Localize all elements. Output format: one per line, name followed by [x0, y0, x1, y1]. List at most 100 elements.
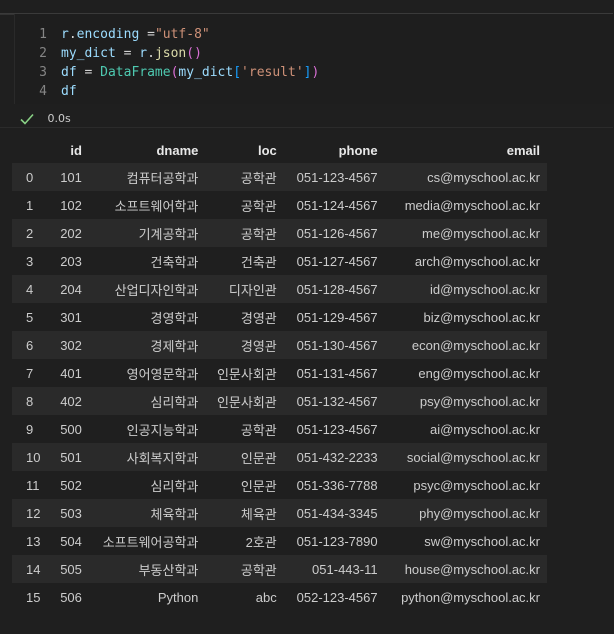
table-cell-phone: 051-434-3345 — [283, 499, 385, 527]
table-cell-dname: 경제학과 — [88, 331, 206, 359]
table-cell-dname: 심리학과 — [88, 387, 206, 415]
column-header-phone: phone — [283, 137, 385, 163]
table-cell-id: 504 — [51, 527, 89, 555]
table-header-row: id dname loc phone email — [12, 137, 547, 163]
code-text[interactable]: my_dict = r.json() — [61, 44, 202, 63]
table-cell-loc: 공학관 — [205, 191, 284, 219]
code-token: df — [61, 65, 77, 80]
table-cell-phone: 051-128-4567 — [283, 275, 385, 303]
table-cell-email: me@myschool.ac.kr — [384, 219, 547, 247]
table-cell-email: phy@myschool.ac.kr — [384, 499, 547, 527]
table-cell-dname: 인공지능학과 — [88, 415, 206, 443]
table-cell-dname: 부동산학과 — [88, 555, 206, 583]
code-token: DataFrame — [100, 65, 171, 80]
table-cell-phone: 051-123-7890 — [283, 527, 385, 555]
table-cell-email: social@myschool.ac.kr — [384, 443, 547, 471]
table-row: 7 401 영어영문학과 인문사회관 051-131-4567 eng@myschool.… — [12, 359, 547, 387]
table-row: 15 506 Python abc 052-123-4567 python@myschoo… — [12, 583, 547, 611]
table-row: 1 102 소프트웨어학과 공학관 051-124-4567 media@myschool… — [12, 191, 547, 219]
table-cell-email: psy@myschool.ac.kr — [384, 387, 547, 415]
execution-status: 0.0s — [20, 110, 71, 128]
table-cell-phone: 052-123-4567 — [283, 583, 385, 611]
row-index: 10 — [12, 443, 51, 471]
table-cell-email: arch@myschool.ac.kr — [384, 247, 547, 275]
table-cell-email: house@myschool.ac.kr — [384, 555, 547, 583]
table-cell-email: econ@myschool.ac.kr — [384, 331, 547, 359]
table-cell-phone: 051-432-2233 — [283, 443, 385, 471]
table-cell-email: python@myschool.ac.kr — [384, 583, 547, 611]
code-token: "utf-8" — [154, 27, 210, 42]
table-row: 9 500 인공지능학과 공학관 051-123-4567 ai@myschool.ac.… — [12, 415, 547, 443]
code-token: my_dict — [61, 46, 116, 61]
table-cell-email: eng@myschool.ac.kr — [384, 359, 547, 387]
code-text[interactable]: df = DataFrame(my_dict['result']) — [61, 63, 319, 82]
table-cell-dname: 컴퓨터공학과 — [88, 163, 206, 191]
code-token: ) — [311, 65, 320, 80]
table-cell-phone: 051-336-7788 — [283, 471, 385, 499]
table-cell-dname: 산업디자인학과 — [88, 275, 206, 303]
row-index: 14 — [12, 555, 51, 583]
table-cell-phone: 051-123-4567 — [283, 415, 385, 443]
table-cell-email: id@myschool.ac.kr — [384, 275, 547, 303]
code-cell[interactable]: 1 r.encoding ="utf-8" 2 my_dict = r.json() 3… — [0, 13, 614, 128]
table-cell-loc: 인문관 — [205, 471, 284, 499]
table-cell-dname: Python — [88, 583, 206, 611]
table-cell-loc: 디자인관 — [205, 275, 284, 303]
row-index: 0 — [12, 163, 51, 191]
table-cell-id: 501 — [51, 443, 89, 471]
table-cell-dname: 소프트웨어학과 — [88, 191, 206, 219]
code-editor[interactable]: 1 r.encoding ="utf-8" 2 my_dict = r.json() 3… — [14, 14, 614, 104]
row-index: 5 — [12, 303, 51, 331]
code-text[interactable]: r.encoding ="utf-8" — [61, 25, 210, 44]
table-row: 5 301 경영학과 경영관 051-129-4567 biz@myschool.ac.k… — [12, 303, 547, 331]
table-cell-dname: 기계공학과 — [88, 219, 206, 247]
table-row: 4 204 산업디자인학과 디자인관 051-128-4567 id@myschool.a… — [12, 275, 547, 303]
index-header — [12, 137, 51, 163]
row-index: 13 — [12, 527, 51, 555]
table-cell-phone: 051-132-4567 — [283, 387, 385, 415]
column-header-email: email — [384, 137, 547, 163]
table-row: 2 202 기계공학과 공학관 051-126-4567 me@myschool.ac.k… — [12, 219, 547, 247]
table-cell-dname: 건축학과 — [88, 247, 206, 275]
table-cell-loc: 경영관 — [205, 331, 284, 359]
table-cell-email: biz@myschool.ac.kr — [384, 303, 547, 331]
table-cell-email: psyc@myschool.ac.kr — [384, 471, 547, 499]
table-cell-loc: abc — [205, 583, 284, 611]
table-cell-id: 503 — [51, 499, 89, 527]
code-token: () — [186, 46, 202, 61]
table-cell-email: sw@myschool.ac.kr — [384, 527, 547, 555]
row-index: 12 — [12, 499, 51, 527]
line-number: 3 — [39, 65, 47, 80]
table-cell-email: ai@myschool.ac.kr — [384, 415, 547, 443]
table-cell-id: 204 — [51, 275, 89, 303]
table-cell-phone: 051-127-4567 — [283, 247, 385, 275]
line-number: 4 — [39, 84, 47, 99]
table-cell-dname: 사회복지학과 — [88, 443, 206, 471]
row-index: 8 — [12, 387, 51, 415]
table-cell-dname: 심리학과 — [88, 471, 206, 499]
line-number: 1 — [39, 27, 47, 42]
table-cell-id: 302 — [51, 331, 89, 359]
table-cell-phone: 051-123-4567 — [283, 163, 385, 191]
table-row: 12 503 체육학과 체육관 051-434-3345 phy@myschool.ac.… — [12, 499, 547, 527]
table-cell-dname: 영어영문학과 — [88, 359, 206, 387]
table-row: 11 502 심리학과 인문관 051-336-7788 psyc@myschool.ac… — [12, 471, 547, 499]
column-header-loc: loc — [205, 137, 284, 163]
dataframe-table: id dname loc phone email 0 101 컴퓨터공학과 공학관 051-12… — [12, 137, 547, 611]
table-cell-loc: 경영관 — [205, 303, 284, 331]
row-index: 3 — [12, 247, 51, 275]
code-token: [ — [233, 65, 242, 80]
table-cell-loc: 2호관 — [205, 527, 284, 555]
code-token: . — [147, 46, 155, 61]
row-index: 2 — [12, 219, 51, 247]
table-cell-loc: 공학관 — [205, 163, 284, 191]
table-cell-loc: 체육관 — [205, 499, 284, 527]
table-cell-id: 301 — [51, 303, 89, 331]
table-cell-phone: 051-130-4567 — [283, 331, 385, 359]
code-token: my_dict — [178, 65, 234, 80]
code-token: encoding — [76, 27, 140, 42]
table-cell-email: cs@myschool.ac.kr — [384, 163, 547, 191]
table-cell-loc: 건축관 — [205, 247, 284, 275]
code-text[interactable]: df — [61, 82, 77, 101]
column-header-id: id — [51, 137, 89, 163]
